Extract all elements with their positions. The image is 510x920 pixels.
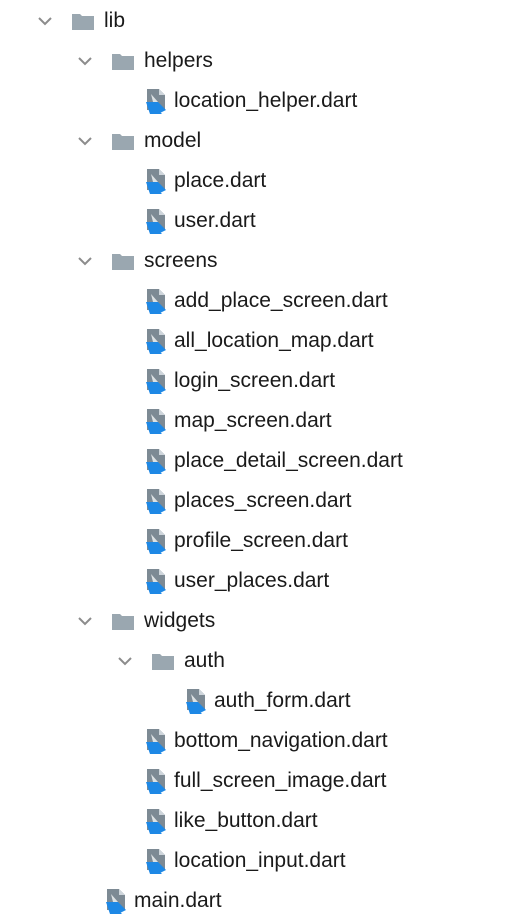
file-label: add_place_screen.dart <box>174 289 388 312</box>
file-label: login_screen.dart <box>174 369 336 392</box>
dart-file-icon <box>144 528 168 554</box>
dart-file-icon <box>144 288 168 314</box>
file-row-full-screen-image-dart[interactable]: full_screen_image.dart <box>0 762 510 800</box>
folder-row-screens[interactable]: screens <box>0 242 510 280</box>
file-row-all-location-map-dart[interactable]: all_location_map.dart <box>0 322 510 360</box>
file-label: map_screen.dart <box>174 409 332 432</box>
file-label: place_detail_screen.dart <box>174 449 403 472</box>
dart-file-icon <box>144 88 168 114</box>
dart-file-icon <box>144 728 168 754</box>
folder-icon <box>72 12 94 30</box>
file-label: like_button.dart <box>174 809 318 832</box>
dart-file-icon <box>144 848 168 874</box>
folder-icon <box>112 252 134 270</box>
folder-row-lib[interactable]: lib <box>0 2 510 40</box>
file-row-user-dart[interactable]: user.dart <box>0 202 510 240</box>
file-label: places_screen.dart <box>174 489 352 512</box>
folder-icon <box>152 652 174 670</box>
file-row-login-screen-dart[interactable]: login_screen.dart <box>0 362 510 400</box>
dart-file-icon <box>144 328 168 354</box>
dart-file-icon <box>144 768 168 794</box>
file-label: auth_form.dart <box>214 689 351 712</box>
dart-file-icon <box>144 448 168 474</box>
chevron-down-icon[interactable] <box>74 610 96 632</box>
file-label: all_location_map.dart <box>174 329 374 352</box>
folder-label: helpers <box>144 49 213 72</box>
file-label: place.dart <box>174 169 267 192</box>
file-row-map-screen-dart[interactable]: map_screen.dart <box>0 402 510 440</box>
file-row-place-dart[interactable]: place.dart <box>0 162 510 200</box>
file-label: location_helper.dart <box>174 89 358 112</box>
project-file-tree: lib helpers location_helper.dartmodel place… <box>0 0 510 918</box>
dart-file-icon <box>104 888 128 914</box>
folder-row-auth[interactable]: auth <box>0 642 510 680</box>
dart-file-icon <box>144 808 168 834</box>
file-row-auth-form-dart[interactable]: auth_form.dart <box>0 682 510 720</box>
chevron-down-icon[interactable] <box>74 50 96 72</box>
folder-label: widgets <box>144 609 216 632</box>
file-row-main-dart[interactable]: main.dart <box>0 882 510 920</box>
file-row-location-helper-dart[interactable]: location_helper.dart <box>0 82 510 120</box>
folder-row-widgets[interactable]: widgets <box>0 602 510 640</box>
folder-label: lib <box>104 9 126 32</box>
folder-row-model[interactable]: model <box>0 122 510 160</box>
chevron-down-icon[interactable] <box>74 250 96 272</box>
file-row-location-input-dart[interactable]: location_input.dart <box>0 842 510 880</box>
file-row-user-places-dart[interactable]: user_places.dart <box>0 562 510 600</box>
dart-file-icon <box>144 168 168 194</box>
dart-file-icon <box>144 208 168 234</box>
file-label: bottom_navigation.dart <box>174 729 388 752</box>
dart-file-icon <box>144 488 168 514</box>
file-row-places-screen-dart[interactable]: places_screen.dart <box>0 482 510 520</box>
folder-icon <box>112 612 134 630</box>
file-label: user_places.dart <box>174 569 330 592</box>
folder-label: model <box>144 129 202 152</box>
folder-label: auth <box>184 649 225 672</box>
file-row-bottom-navigation-dart[interactable]: bottom_navigation.dart <box>0 722 510 760</box>
folder-icon <box>112 52 134 70</box>
dart-file-icon <box>184 688 208 714</box>
file-row-place-detail-screen-dart[interactable]: place_detail_screen.dart <box>0 442 510 480</box>
dart-file-icon <box>144 568 168 594</box>
file-row-like-button-dart[interactable]: like_button.dart <box>0 802 510 840</box>
chevron-down-icon[interactable] <box>34 10 56 32</box>
folder-icon <box>112 132 134 150</box>
file-label: user.dart <box>174 209 256 232</box>
dart-file-icon <box>144 408 168 434</box>
folder-label: screens <box>144 249 218 272</box>
file-row-profile-screen-dart[interactable]: profile_screen.dart <box>0 522 510 560</box>
file-row-add-place-screen-dart[interactable]: add_place_screen.dart <box>0 282 510 320</box>
dart-file-icon <box>144 368 168 394</box>
file-label: location_input.dart <box>174 849 346 872</box>
folder-row-helpers[interactable]: helpers <box>0 42 510 80</box>
chevron-down-icon[interactable] <box>74 130 96 152</box>
file-label: main.dart <box>134 889 222 912</box>
file-label: profile_screen.dart <box>174 529 348 552</box>
file-label: full_screen_image.dart <box>174 769 387 792</box>
chevron-down-icon[interactable] <box>114 650 136 672</box>
